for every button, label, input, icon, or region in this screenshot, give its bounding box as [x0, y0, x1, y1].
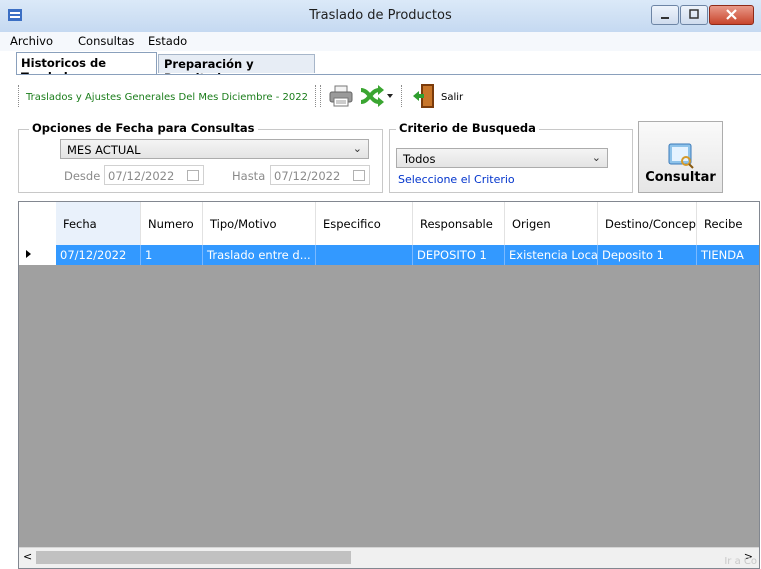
from-label: Desde — [64, 169, 101, 183]
column-header-tipo[interactable]: Tipo/Motivo — [203, 202, 316, 245]
maximize-icon — [689, 9, 699, 19]
consultar-label: Consultar — [645, 170, 716, 185]
to-date-value: 07/12/2022 — [274, 169, 341, 183]
table-row[interactable]: 07/12/2022 1 Traslado entre d... DEPOSIT… — [19, 245, 759, 265]
cell-tipo[interactable]: Traslado entre d... — [203, 245, 316, 265]
current-row-icon — [26, 250, 31, 258]
menu-estado[interactable]: Estado — [148, 34, 187, 48]
menu-archivo[interactable]: Archivo — [10, 34, 53, 48]
consultar-button[interactable]: Consultar — [638, 121, 723, 193]
grid-header: Fecha Numero Tipo/Motivo Especifico Resp… — [19, 202, 759, 246]
scroll-thumb[interactable] — [36, 551, 351, 564]
column-header-origen[interactable]: Origen — [505, 202, 598, 245]
period-value: MES ACTUAL — [67, 143, 141, 157]
cell-fecha[interactable]: 07/12/2022 — [56, 245, 141, 265]
tab-preparacion[interactable]: Preparación y Resultados — [158, 54, 315, 85]
column-header-responsable[interactable]: Responsable — [413, 202, 505, 245]
column-header-fecha[interactable]: Fecha — [56, 202, 141, 245]
tab-historicos[interactable]: Historicos de Traslados — [16, 52, 157, 84]
data-grid[interactable]: Fecha Numero Tipo/Motivo Especifico Resp… — [18, 201, 760, 569]
exit-door-icon[interactable] — [412, 83, 436, 109]
printer-icon[interactable] — [329, 84, 353, 108]
column-header-especifico[interactable]: Especifico — [316, 202, 413, 245]
calendar-icon[interactable] — [353, 170, 365, 181]
chevron-down-icon: ⌄ — [591, 151, 601, 164]
menu-bar: Archivo Consultas Estado — [0, 32, 761, 51]
to-date-picker[interactable]: 07/12/2022 — [270, 165, 370, 185]
toolbar-separator — [315, 85, 316, 107]
criteria-value: Todos — [403, 152, 436, 166]
row-header-corner — [19, 202, 57, 245]
minimize-icon — [661, 17, 669, 19]
close-button[interactable] — [709, 5, 754, 25]
to-label: Hasta — [232, 169, 266, 183]
title-bar: Traslado de Productos — [0, 0, 761, 33]
window-title: Traslado de Productos — [309, 8, 452, 23]
toolbar-separator — [401, 85, 402, 107]
column-header-destino[interactable]: Destino/Concep — [598, 202, 697, 245]
minimize-button[interactable] — [651, 5, 679, 25]
period-select[interactable]: MES ACTUAL ⌄ — [60, 139, 369, 159]
criteria-hint: Seleccione el Criterio — [398, 173, 515, 186]
cell-especifico[interactable] — [316, 245, 413, 265]
criteria-select[interactable]: Todos ⌄ — [396, 148, 608, 168]
cell-recibe[interactable]: TIENDA — [697, 245, 759, 265]
maximize-button[interactable] — [680, 5, 708, 25]
column-header-recibe[interactable]: Recibe — [697, 202, 759, 245]
toolbar-separator — [320, 85, 321, 107]
horizontal-scrollbar[interactable]: < > Ir a Co — [19, 547, 759, 568]
exit-label[interactable]: Salir — [441, 92, 463, 103]
row-header[interactable] — [19, 245, 57, 265]
toolbar: Traslados y Ajustes Generales Del Mes Di… — [16, 74, 761, 115]
chevron-down-icon: ⌄ — [352, 142, 362, 155]
cell-origen[interactable]: Existencia Local — [505, 245, 598, 265]
from-date-picker[interactable]: 07/12/2022 — [104, 165, 204, 185]
date-options-title: Opciones de Fecha para Consultas — [29, 121, 258, 135]
cell-destino[interactable]: Deposito 1 — [598, 245, 697, 265]
cell-responsable[interactable]: DEPOSITO 1 — [413, 245, 505, 265]
shuffle-icon[interactable] — [359, 84, 385, 108]
calendar-icon[interactable] — [187, 170, 199, 181]
toolbar-separator — [18, 85, 19, 107]
query-icon — [668, 143, 694, 169]
chevron-down-icon[interactable] — [387, 93, 394, 99]
tab-strip: Historicos de Traslados Preparación y Re… — [0, 52, 761, 85]
from-date-value: 07/12/2022 — [108, 169, 175, 183]
search-criteria-title: Criterio de Busqueda — [396, 121, 539, 135]
watermark-text: Ir a Co — [724, 556, 757, 567]
toolbar-label: Traslados y Ajustes Generales Del Mes Di… — [26, 92, 308, 103]
close-icon — [726, 9, 737, 20]
menu-consultas[interactable]: Consultas — [78, 34, 134, 48]
column-header-numero[interactable]: Numero — [141, 202, 203, 245]
scroll-left-icon[interactable]: < — [23, 550, 32, 563]
cell-numero[interactable]: 1 — [141, 245, 203, 265]
